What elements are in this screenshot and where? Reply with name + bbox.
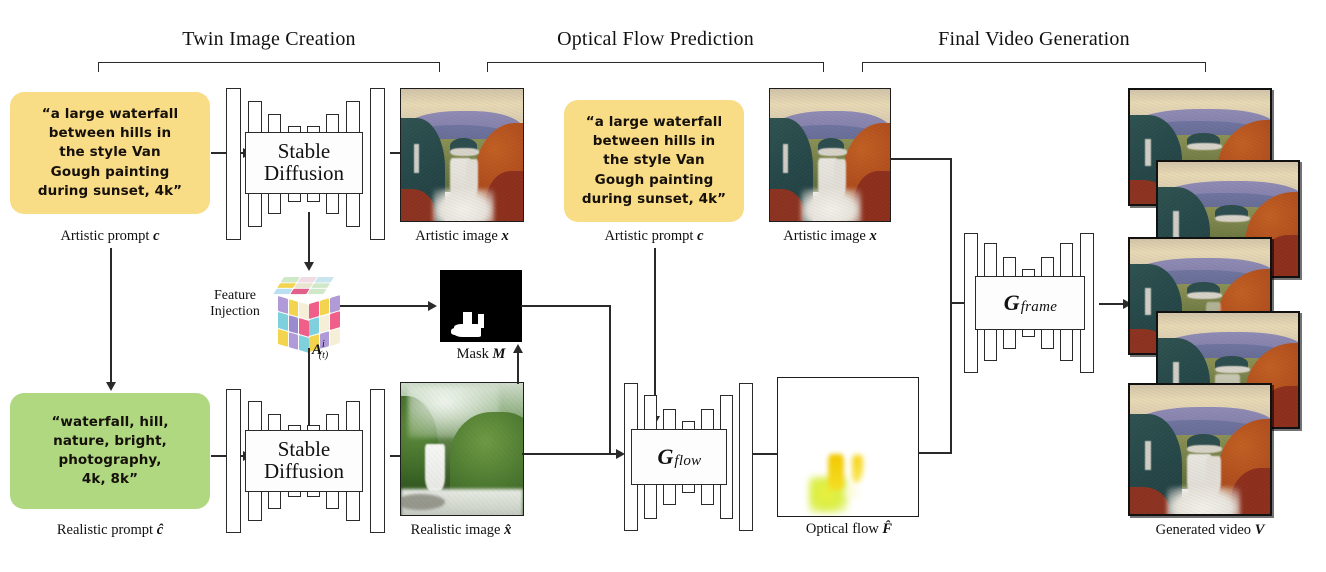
- tensor-superscript: i: [322, 339, 325, 350]
- edge-mask-right: [521, 305, 610, 307]
- artistic-image-middle-caption: Artistic image x: [783, 228, 877, 244]
- sd-label-line1: Stable: [277, 437, 331, 462]
- feature-injection-label-line1: Feature: [214, 288, 256, 303]
- stable-diffusion-label-bottom: Stable Diffusion: [245, 430, 363, 492]
- sd-label-line2: Diffusion: [263, 161, 345, 185]
- figure-canvas: Twin Image Creation Optical Flow Predict…: [0, 0, 1326, 572]
- realistic-prompt-caption: Realistic prompt ĉ: [56, 522, 164, 538]
- optical-flow-output: [777, 377, 919, 517]
- edge-optical-flow-up: [950, 302, 952, 454]
- artistic-prompt-box-top: “a large waterfall between hills in the …: [10, 92, 210, 214]
- unet-stable-diffusion-bottom: Stable Diffusion: [222, 389, 394, 533]
- edge-sd-top-down-to-cube: [308, 212, 310, 264]
- unet-bar: [370, 389, 385, 533]
- g-flow-label-main: G: [657, 443, 674, 469]
- g-frame-label-sub: frame: [1020, 299, 1058, 316]
- sd-label-line1: Stable: [277, 139, 331, 164]
- section-bracket-final-video-generation: [862, 62, 1206, 72]
- edge-gframe-to-video: [1099, 303, 1125, 305]
- feature-tensor-label: Ai(t): [312, 339, 334, 361]
- cube-face-left: [278, 296, 309, 353]
- stable-diffusion-label-top: Stable Diffusion: [245, 132, 363, 194]
- section-bracket-optical-flow-prediction: [487, 62, 824, 72]
- arrowhead-cube-to-mask: [428, 301, 437, 311]
- section-title-final-video-generation: Final Video Generation: [938, 28, 1130, 50]
- generated-video-caption: Generated video V: [1155, 522, 1265, 538]
- section-title-twin-image-creation: Twin Image Creation: [182, 28, 356, 50]
- cube-face-top: [273, 277, 334, 295]
- unet-bar: [226, 88, 241, 240]
- feature-injection-label: Feature Injection: [196, 288, 274, 319]
- edge-artistic-image-mid-down: [950, 158, 952, 302]
- g-frame-label: Gframe: [975, 276, 1085, 330]
- section-title-optical-flow-prediction: Optical Flow Prediction: [557, 28, 754, 50]
- edge-artistic-image-mid-right: [890, 158, 952, 160]
- feature-injection-label-line2: Injection: [210, 303, 260, 319]
- video-frame-5: [1128, 383, 1272, 516]
- tensor-subscript: (t): [318, 350, 329, 361]
- realistic-prompt-box: “waterfall, hill, nature, bright, photog…: [10, 393, 210, 509]
- edge-cube-to-mask: [340, 305, 432, 307]
- artistic-image-left-caption: Artistic image x: [415, 228, 509, 244]
- g-flow-label: Gflow: [631, 429, 727, 485]
- arrowhead-realistic-image-up-to-mask: [513, 344, 523, 353]
- artistic-prompt-box-middle: “a large waterfall between hills in the …: [564, 100, 744, 222]
- artistic-prompt-caption-top: Artistic prompt c: [60, 228, 160, 244]
- unet-bar: [739, 383, 753, 531]
- edge-optical-flow-right: [918, 452, 952, 454]
- arrowhead-sd-top-down-to-cube: [304, 262, 314, 271]
- mask-caption: Mask M: [456, 346, 506, 362]
- edge-realistic-image-up-to-mask: [517, 352, 519, 384]
- unet-bar: [370, 88, 385, 240]
- artistic-prompt-caption-middle: Artistic prompt c: [604, 228, 704, 244]
- unet-g-frame: Gframe: [964, 233, 1100, 373]
- g-flow-label-sub: flow: [674, 453, 702, 470]
- feature-injection-cube-icon: [273, 277, 342, 353]
- arrowhead-to-realistic-prompt: [106, 382, 116, 391]
- edge-artistic-prompt-down-to-realistic-prompt: [110, 248, 112, 384]
- unet-bar: [226, 389, 241, 533]
- unet-g-flow: Gflow: [602, 383, 754, 531]
- section-bracket-twin-image-creation: [98, 62, 440, 72]
- realistic-image: [400, 382, 524, 516]
- artistic-image-middle: [769, 88, 891, 222]
- sd-label-line2: Diffusion: [263, 459, 345, 483]
- optical-flow-output-caption: Optical flow F̂: [805, 521, 893, 537]
- mask-image: [440, 270, 522, 342]
- realistic-image-caption: Realistic image x̂: [410, 522, 512, 538]
- artistic-image-left: [400, 88, 524, 222]
- g-frame-label-main: G: [1003, 289, 1020, 315]
